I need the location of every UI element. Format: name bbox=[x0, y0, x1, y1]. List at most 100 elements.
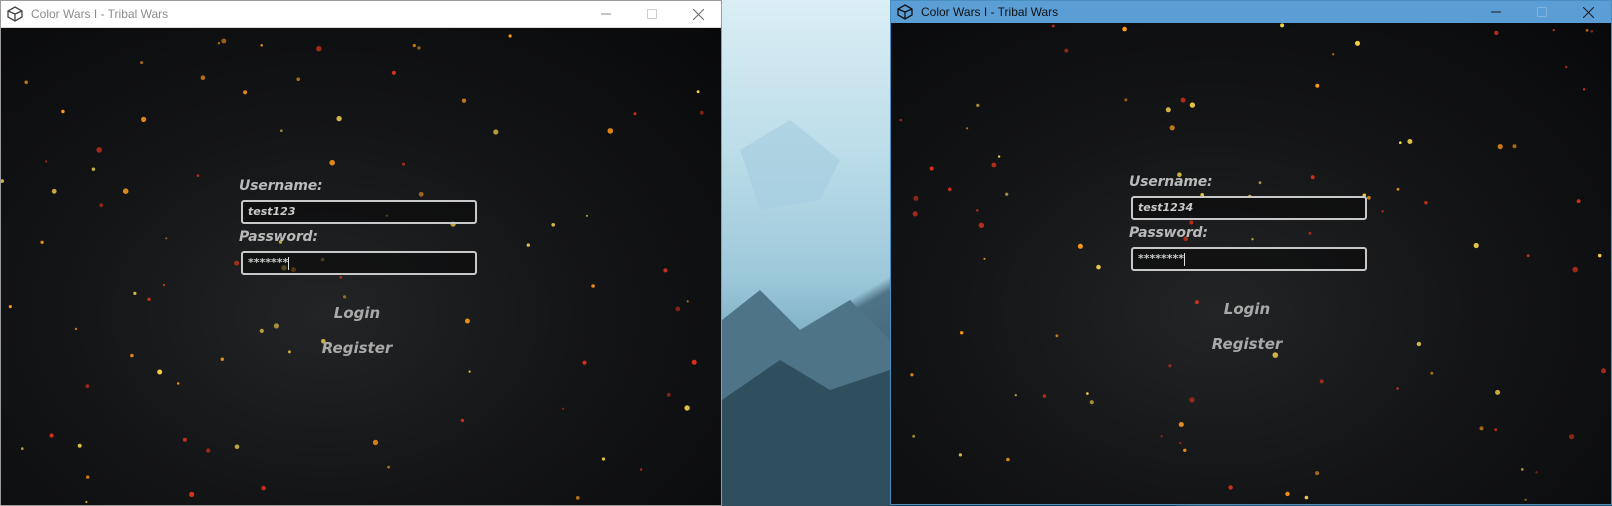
ember-particle bbox=[1285, 491, 1290, 497]
login-button[interactable]: Login bbox=[1187, 300, 1307, 318]
title-bar[interactable]: Color Wars I - Tribal Wars bbox=[891, 1, 1611, 23]
unity-icon bbox=[897, 4, 913, 20]
ember-particle bbox=[910, 373, 914, 377]
ember-particle bbox=[1494, 428, 1498, 432]
ember-particle bbox=[40, 240, 44, 244]
ember-particle bbox=[1430, 371, 1434, 375]
ember-particle bbox=[929, 166, 934, 171]
ember-particle bbox=[948, 187, 952, 192]
ember-particle bbox=[582, 360, 587, 365]
ember-particle bbox=[200, 75, 206, 80]
ember-particle bbox=[640, 468, 643, 471]
minimize-button[interactable] bbox=[1473, 1, 1519, 23]
username-input[interactable]: test1234 bbox=[1131, 196, 1367, 220]
close-icon bbox=[692, 8, 704, 20]
maximize-button[interactable] bbox=[629, 1, 675, 27]
ember-particle bbox=[1582, 88, 1586, 91]
ember-particle bbox=[913, 195, 919, 201]
ember-particle bbox=[280, 129, 283, 132]
game-window-right[interactable]: Color Wars I - Tribal Wars Username: tes… bbox=[890, 0, 1612, 505]
password-label: Password: bbox=[1129, 225, 1208, 241]
ember-particle bbox=[1552, 29, 1555, 32]
ember-particle bbox=[978, 222, 985, 228]
ember-particle bbox=[508, 34, 512, 38]
ember-particle bbox=[372, 439, 379, 446]
username-label: Username: bbox=[239, 178, 323, 194]
ember-particle bbox=[1122, 26, 1127, 32]
register-button[interactable]: Register bbox=[297, 339, 417, 357]
ember-particle bbox=[468, 370, 471, 373]
ember-particle bbox=[1601, 368, 1606, 374]
title-bar[interactable]: Color Wars I - Tribal Wars bbox=[1, 1, 721, 28]
ember-particle bbox=[1165, 107, 1171, 113]
ember-particle bbox=[1524, 498, 1527, 501]
maximize-button[interactable] bbox=[1519, 1, 1565, 23]
close-icon bbox=[1582, 6, 1594, 18]
ember-particle bbox=[1189, 397, 1195, 403]
ember-particle bbox=[1569, 434, 1575, 440]
minimize-icon bbox=[601, 13, 611, 15]
ember-particle bbox=[1014, 394, 1017, 397]
ember-particle bbox=[206, 448, 211, 453]
game-viewport[interactable]: Username: test1234 Password: ******** Lo… bbox=[891, 23, 1611, 504]
password-label: Password: bbox=[239, 229, 318, 245]
ember-particle bbox=[1535, 471, 1538, 474]
ember-particle bbox=[1, 179, 4, 183]
ember-particle bbox=[261, 485, 266, 491]
ember-particle bbox=[1355, 40, 1360, 46]
ember-particle bbox=[91, 167, 96, 171]
ember-particle bbox=[460, 418, 465, 423]
ember-particle bbox=[189, 491, 195, 497]
password-input[interactable]: ******* bbox=[241, 251, 477, 275]
ember-particle bbox=[412, 43, 416, 48]
ember-particle bbox=[696, 90, 700, 94]
register-button[interactable]: Register bbox=[1187, 335, 1307, 353]
ember-particle bbox=[699, 110, 704, 115]
ember-particle bbox=[1096, 264, 1101, 270]
ember-particle bbox=[493, 129, 499, 135]
ember-particle bbox=[1308, 231, 1312, 235]
ember-particle bbox=[983, 257, 986, 260]
ember-particle bbox=[77, 443, 82, 448]
ember-particle bbox=[51, 188, 57, 194]
ember-particle bbox=[1051, 24, 1055, 28]
ember-particle bbox=[196, 174, 200, 177]
ember-particle bbox=[74, 327, 78, 331]
minimize-button[interactable] bbox=[583, 1, 629, 27]
ember-particle bbox=[1169, 125, 1175, 131]
game-window-left[interactable]: Color Wars I - Tribal Wars Username: tes… bbox=[0, 0, 722, 506]
ember-particle bbox=[1585, 28, 1589, 32]
password-input[interactable]: ******** bbox=[1131, 247, 1367, 271]
ember-particle bbox=[1251, 238, 1254, 241]
ember-particle bbox=[686, 300, 689, 303]
ember-particle bbox=[691, 359, 697, 365]
ember-particle bbox=[1381, 210, 1384, 213]
ember-particle bbox=[260, 44, 264, 47]
ember-particle bbox=[165, 237, 168, 240]
ember-particle bbox=[147, 297, 151, 301]
ember-particle bbox=[526, 243, 530, 247]
ember-particle bbox=[997, 155, 1001, 158]
ember-particle bbox=[296, 77, 301, 81]
ember-particle bbox=[157, 369, 163, 375]
username-input[interactable]: test123 bbox=[241, 200, 477, 224]
ember-particle bbox=[1006, 457, 1010, 462]
ember-particle bbox=[1280, 23, 1285, 28]
ember-particle bbox=[234, 260, 240, 266]
close-button[interactable] bbox=[1565, 1, 1611, 23]
game-viewport[interactable]: Username: test123 Password: ******* Logi… bbox=[1, 28, 721, 505]
ember-particle bbox=[387, 465, 390, 469]
ember-particle bbox=[1597, 253, 1602, 258]
ember-particle bbox=[684, 405, 690, 411]
ember-particle bbox=[1189, 220, 1194, 225]
ember-particle bbox=[1064, 48, 1069, 53]
ember-particle bbox=[343, 295, 347, 299]
login-button[interactable]: Login bbox=[297, 304, 417, 322]
ember-particle bbox=[1565, 65, 1568, 69]
ember-particle bbox=[1086, 392, 1089, 395]
close-button[interactable] bbox=[675, 1, 721, 27]
ember-particle bbox=[1424, 201, 1428, 205]
ember-particle bbox=[1495, 389, 1501, 395]
ember-particle bbox=[259, 328, 264, 333]
window-title: Color Wars I - Tribal Wars bbox=[31, 7, 169, 21]
